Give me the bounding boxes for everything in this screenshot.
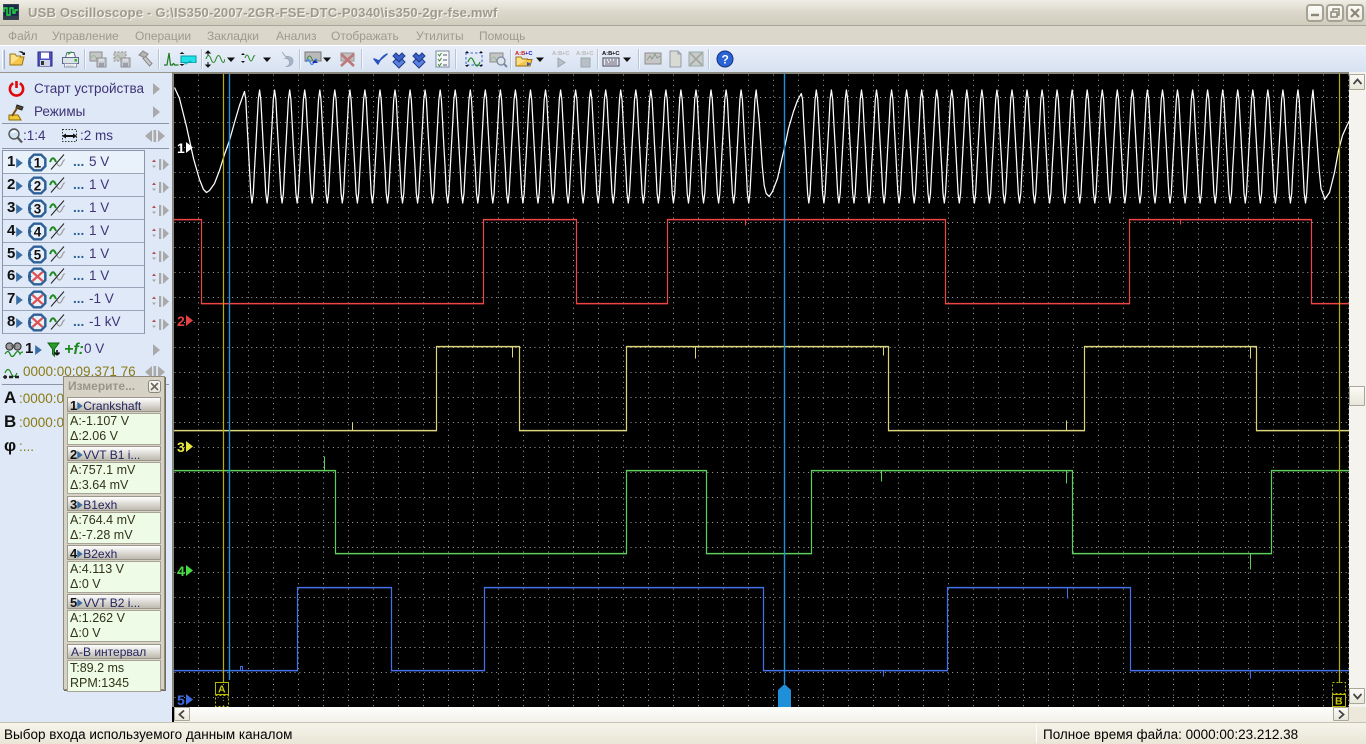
svg-text:A:B: A:B xyxy=(602,51,612,57)
svg-text:+C: +C xyxy=(525,51,533,57)
svg-text:+C: +C xyxy=(586,51,594,57)
svg-text:+C: +C xyxy=(562,51,570,57)
svg-text:2: 2 xyxy=(177,313,185,329)
svg-text:B: B xyxy=(1335,696,1343,708)
svg-text:1: 1 xyxy=(34,156,42,171)
svg-text:A: A xyxy=(218,684,226,696)
svg-text:+C: +C xyxy=(612,51,620,57)
svg-text:4: 4 xyxy=(177,563,185,579)
svg-text:3: 3 xyxy=(177,439,185,455)
svg-text:5: 5 xyxy=(177,692,185,707)
svg-text:A:B: A:B xyxy=(552,51,562,57)
svg-text:4: 4 xyxy=(34,225,42,240)
svg-text:5: 5 xyxy=(34,248,42,263)
svg-text:1: 1 xyxy=(177,140,185,156)
svg-text:A:B: A:B xyxy=(576,51,586,57)
svg-text:3: 3 xyxy=(34,202,41,217)
svg-text:A:B: A:B xyxy=(515,51,525,57)
svg-text:?: ? xyxy=(722,53,729,67)
svg-text:2: 2 xyxy=(34,179,41,194)
